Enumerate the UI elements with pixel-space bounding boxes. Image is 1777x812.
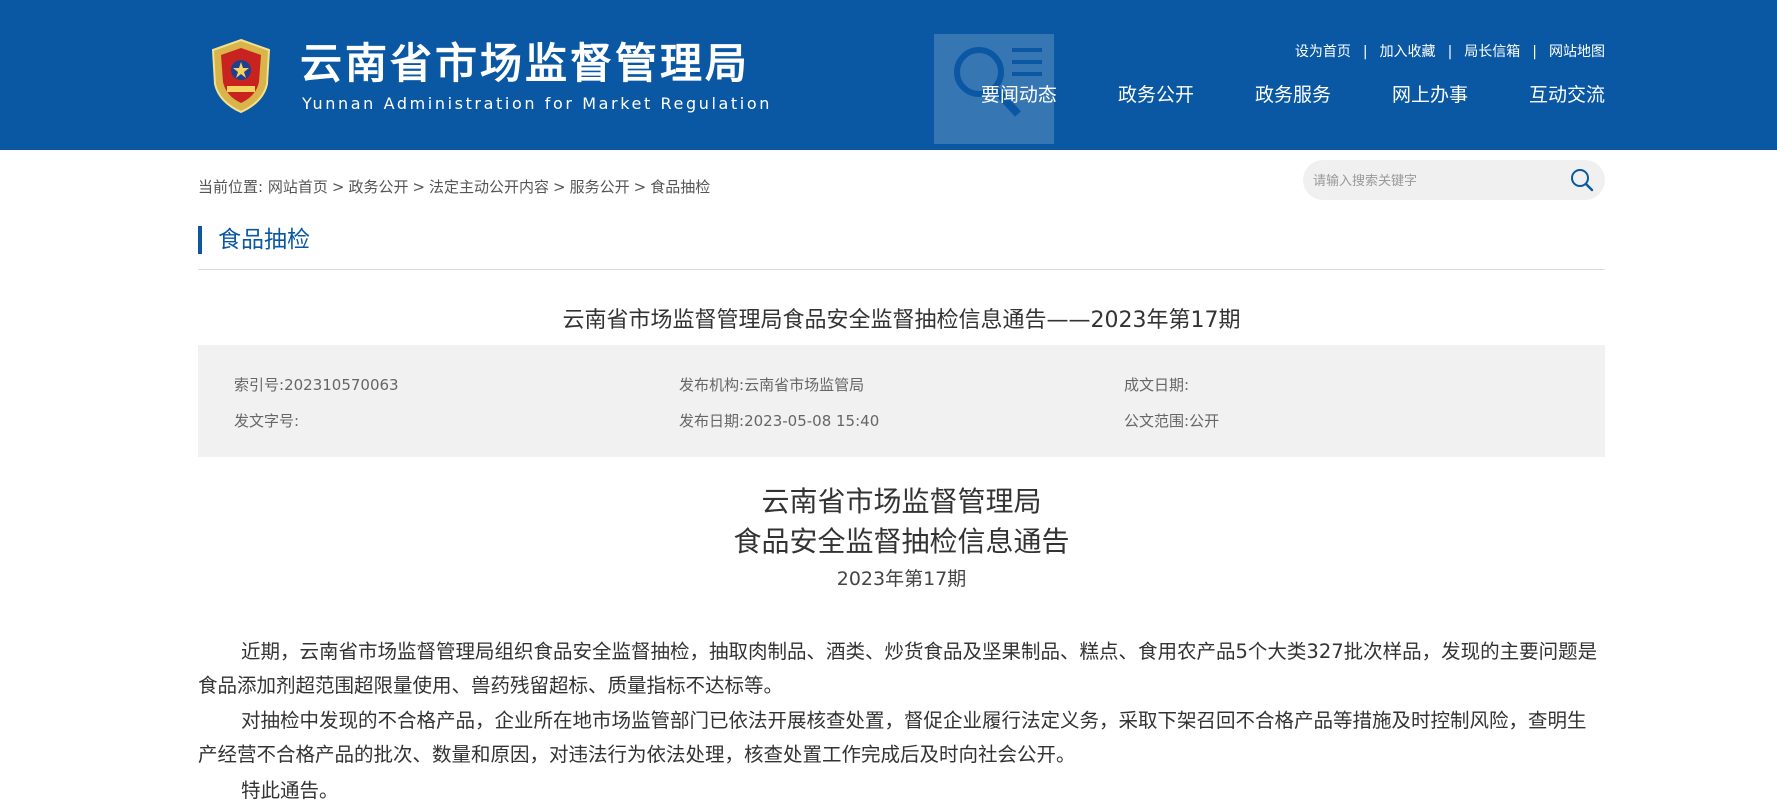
link-site-map[interactable]: 网站地图 bbox=[1549, 44, 1605, 60]
meta-publisher: 发布机构:云南省市场监管局 bbox=[679, 376, 865, 394]
top-utility-links: 设为首页 | 加入收藏 | 局长信箱 | 网站地图 bbox=[1294, 44, 1605, 60]
breadcrumb-item-government-affairs[interactable]: 政务公开 bbox=[348, 178, 408, 196]
search-box bbox=[1303, 160, 1605, 200]
nav-item-government-affairs[interactable]: 政务公开 bbox=[1118, 80, 1194, 107]
document-heading-issue: 2023年第17期 bbox=[836, 568, 967, 590]
nav-item-online-services[interactable]: 网上办事 bbox=[1392, 80, 1468, 107]
document-heading-title: 食品安全监督抽检信息通告 bbox=[733, 525, 1070, 558]
nav-item-government-services[interactable]: 政务服务 bbox=[1255, 80, 1331, 107]
breadcrumb-prefix: 当前位置: bbox=[198, 178, 264, 196]
article-paragraph: 近期，云南省市场监督管理局组织食品安全监督抽检，抽取肉制品、酒类、炒货食品及坚果… bbox=[198, 640, 1598, 697]
article-paragraph: 特此通告。 bbox=[241, 779, 339, 802]
search-input[interactable] bbox=[1313, 160, 1553, 200]
breadcrumb-item-service-disclosure[interactable]: 服务公开 bbox=[570, 178, 630, 196]
meta-document-number: 发文字号: bbox=[234, 412, 300, 430]
site-logo-subtitle: Yunnan Administration for Market Regulat… bbox=[302, 94, 772, 113]
section-title: 食品抽检 bbox=[198, 226, 310, 254]
article-title: 云南省市场监督管理局食品安全监督抽检信息通告——2023年第17期 bbox=[562, 308, 1241, 333]
breadcrumb: 当前位置: 网站首页 > 政务公开 > 法定主动公开内容 > 服务公开 > 食品抽检 bbox=[198, 178, 711, 196]
link-director-mailbox[interactable]: 局长信箱 bbox=[1464, 44, 1520, 60]
meta-index: 索引号:202310570063 bbox=[234, 376, 399, 394]
site-logo-title: 云南省市场监督管理局 bbox=[300, 39, 751, 88]
meta-scope: 公文范围:公开 bbox=[1124, 412, 1220, 430]
link-add-favorite[interactable]: 加入收藏 bbox=[1380, 44, 1436, 60]
site-header: 云南省市场监督管理局 Yunnan Administration for Mar… bbox=[0, 0, 1777, 150]
breadcrumb-item-statutory-disclosure[interactable]: 法定主动公开内容 bbox=[429, 178, 549, 196]
nav-item-interaction[interactable]: 互动交流 bbox=[1529, 80, 1605, 107]
search-icon[interactable] bbox=[1569, 168, 1595, 192]
nav-item-news[interactable]: 要闻动态 bbox=[981, 80, 1057, 107]
document-heading-agency: 云南省市场监督管理局 bbox=[761, 485, 1042, 518]
breadcrumb-item-food-inspection[interactable]: 食品抽检 bbox=[650, 178, 710, 196]
meta-publish-date: 发布日期:2023-05-08 15:40 bbox=[679, 412, 880, 430]
national-emblem-icon bbox=[211, 38, 271, 114]
article-paragraph: 对抽检中发现的不合格产品，企业所在地市场监管部门已依法开展核查处置，督促企业履行… bbox=[198, 709, 1587, 766]
breadcrumb-item-home[interactable]: 网站首页 bbox=[268, 178, 328, 196]
main-nav: 要闻动态 政务公开 政务服务 网上办事 互动交流 bbox=[981, 80, 1605, 107]
section-divider bbox=[198, 269, 1605, 270]
link-set-homepage[interactable]: 设为首页 bbox=[1295, 44, 1351, 60]
meta-written-date: 成文日期: bbox=[1124, 376, 1190, 394]
article-meta-panel: 索引号:202310570063 发布机构:云南省市场监管局 成文日期: 发文字… bbox=[198, 345, 1605, 457]
